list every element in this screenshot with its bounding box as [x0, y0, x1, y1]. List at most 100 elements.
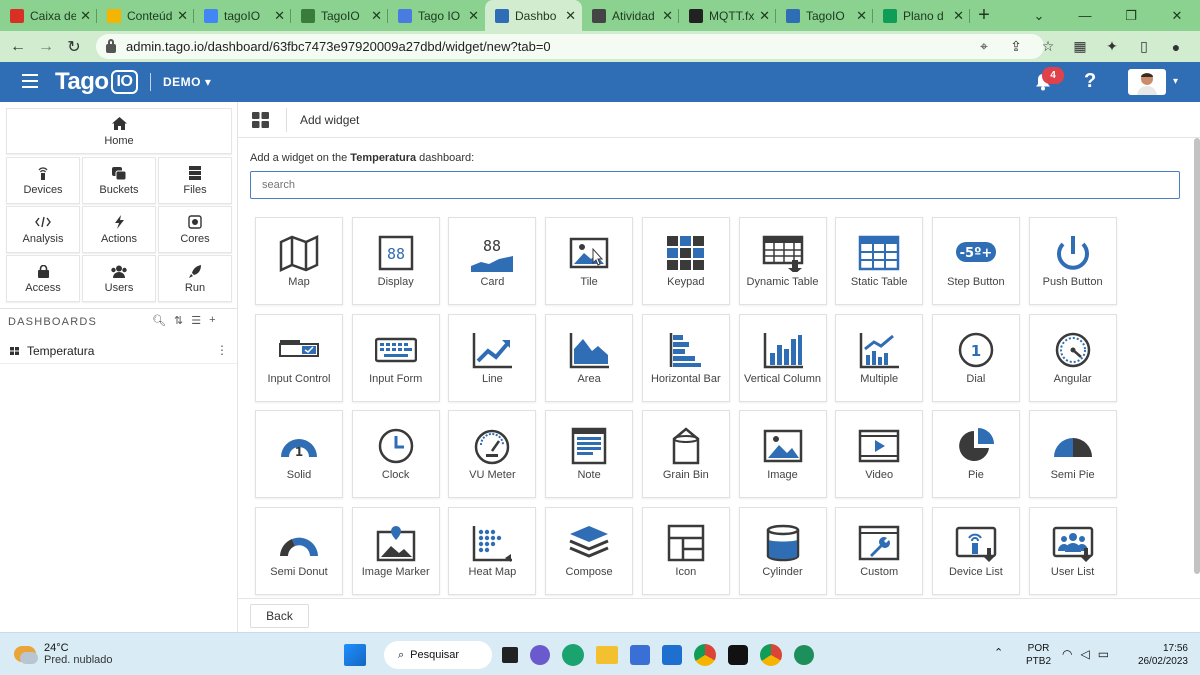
extension-icon[interactable]: ▦	[1064, 38, 1096, 55]
clock[interactable]: 17:56 26/02/2023	[1132, 642, 1188, 668]
sidebar-item-actions[interactable]: Actions	[82, 206, 156, 253]
add-icon[interactable]: +	[209, 314, 215, 327]
chevron-up-icon[interactable]: ⌃	[994, 646, 1003, 659]
back-arrow-icon[interactable]: ←	[4, 38, 32, 56]
tago-logo[interactable]: Tago IO	[55, 68, 139, 96]
tab-close-icon[interactable]: ✕	[856, 8, 867, 24]
browser-menu-icon[interactable]: ⋮	[1192, 38, 1200, 55]
sidebar-item-devices[interactable]: Devices	[6, 157, 80, 204]
windows-start-icon[interactable]	[344, 644, 366, 666]
widget-option-area[interactable]: Area	[545, 313, 634, 402]
chrome-icon[interactable]	[694, 644, 716, 666]
browser-tab[interactable]: TagoIO ✕	[291, 0, 388, 31]
search-icon[interactable]: 🔍︎	[152, 314, 166, 327]
language-indicator[interactable]: POR PTB2	[1026, 642, 1051, 668]
widget-option-input-form[interactable]: Input Form	[351, 313, 440, 402]
tab-close-icon[interactable]: ✕	[371, 8, 382, 24]
widget-option-pie[interactable]: Pie	[931, 410, 1020, 499]
list-icon[interactable]: ☰	[191, 314, 201, 327]
dashboard-item-temperatura[interactable]: Temperatura ⋮	[0, 338, 237, 364]
tab-close-icon[interactable]: ✕	[759, 8, 770, 24]
widget-option-dynamic-table[interactable]: Dynamic Table	[738, 217, 827, 305]
widget-option-keypad[interactable]: Keypad	[641, 217, 730, 305]
excel-icon[interactable]	[794, 645, 814, 665]
restore-icon[interactable]: ❐	[1108, 0, 1154, 31]
tab-close-icon[interactable]: ✕	[565, 8, 576, 24]
tab-close-icon[interactable]: ✕	[177, 8, 188, 24]
sidebar-item-analysis[interactable]: Analysis	[6, 206, 80, 253]
widget-option-input-control[interactable]: Input Control	[255, 313, 343, 402]
taskbar-search[interactable]: ⌕ Pesquisar	[384, 641, 492, 669]
widget-option-display[interactable]: 88 Display	[351, 217, 440, 305]
widget-option-device-list[interactable]: Device List	[931, 507, 1020, 596]
more-options-icon[interactable]: ⋮	[216, 343, 228, 357]
widget-option-multiple[interactable]: Multiple	[835, 313, 924, 402]
tab-close-icon[interactable]: ✕	[468, 8, 479, 24]
sidebar-item-buckets[interactable]: Buckets	[82, 157, 156, 204]
widget-option-horizontal-bar[interactable]: Horizontal Bar	[641, 313, 730, 402]
browser-tab[interactable]: tagoIO ✕	[194, 0, 291, 31]
widget-option-line[interactable]: Line	[448, 313, 537, 402]
store-icon[interactable]	[630, 645, 650, 665]
hamburger-menu-icon[interactable]	[22, 74, 38, 88]
sidebar-item-home[interactable]: Home	[6, 108, 232, 154]
tab-close-icon[interactable]: ✕	[274, 8, 285, 24]
widget-option-tile[interactable]: Tile	[545, 217, 634, 305]
app-icon[interactable]	[728, 645, 748, 665]
sidebar-item-files[interactable]: Files	[158, 157, 232, 204]
browser-tab[interactable]: Atividad ✕	[582, 0, 679, 31]
reload-icon[interactable]: ↻	[60, 37, 88, 57]
widget-option-push-button[interactable]: Push Button	[1028, 217, 1117, 305]
widget-option-map[interactable]: Map	[255, 217, 343, 305]
browser-profile-icon[interactable]: ●	[1160, 39, 1192, 55]
new-tab-icon[interactable]: +	[970, 0, 998, 31]
avatar-caret-icon[interactable]: ▾	[1173, 76, 1178, 87]
explorer-icon[interactable]	[596, 646, 618, 664]
puzzle-icon[interactable]: ✦	[1096, 38, 1128, 55]
battery-icon[interactable]: ▭	[1098, 647, 1109, 661]
widget-option-grain-bin[interactable]: Grain Bin	[641, 410, 730, 499]
browser-tab[interactable]: Plano d ✕	[873, 0, 970, 31]
chat-icon[interactable]	[530, 645, 550, 665]
edge-icon[interactable]	[562, 644, 584, 666]
task-view-icon[interactable]	[502, 647, 518, 663]
wifi-icon[interactable]: ◠	[1062, 647, 1072, 661]
browser-tab[interactable]: Caixa de ✕	[0, 0, 97, 31]
widget-option-semi-donut[interactable]: Semi Donut	[255, 507, 343, 596]
weather-widget[interactable]: 24°C Pred. nublado	[14, 642, 113, 666]
widget-option-vu-meter[interactable]: VU Meter	[448, 410, 537, 499]
widget-option-cylinder[interactable]: Cylinder	[738, 507, 827, 596]
share-icon[interactable]: ⇪	[1000, 38, 1032, 55]
widget-option-custom[interactable]: Custom	[835, 507, 924, 596]
widget-option-compose[interactable]: Compose	[545, 507, 634, 596]
widget-option-heat-map[interactable]: Heat Map	[448, 507, 537, 596]
widget-option-semi-pie[interactable]: Semi Pie	[1028, 410, 1117, 499]
browser-tab[interactable]: Conteúd ✕	[97, 0, 194, 31]
widget-option-user-list[interactable]: User List	[1028, 507, 1117, 596]
widget-option-step-button[interactable]: -5º+ Step Button	[931, 217, 1020, 305]
widget-option-dial[interactable]: 1 Dial	[931, 313, 1020, 402]
sidebar-item-users[interactable]: Users	[82, 255, 156, 302]
sidebar-item-cores[interactable]: Cores	[158, 206, 232, 253]
tab-close-icon[interactable]: ✕	[662, 8, 673, 24]
browser-tab[interactable]: Tago IO ✕	[388, 0, 485, 31]
browser-tab[interactable]: Dashbo ✕	[485, 0, 582, 31]
volume-icon[interactable]: ◁	[1080, 647, 1089, 661]
browser-tab[interactable]: MQTT.fx ✕	[679, 0, 776, 31]
widget-search-input[interactable]	[250, 171, 1180, 199]
forward-arrow-icon[interactable]: →	[32, 38, 60, 56]
tab-close-icon[interactable]: ✕	[953, 8, 964, 24]
widget-option-icon[interactable]: Icon	[641, 507, 730, 596]
widget-option-angular[interactable]: Angular	[1028, 313, 1117, 402]
url-bar[interactable]: admin.tago.io/dashboard/63fbc7473e979200…	[96, 34, 1044, 59]
user-avatar[interactable]	[1128, 69, 1166, 95]
widget-option-solid[interactable]: 1 Solid	[255, 410, 343, 499]
minimize-icon[interactable]: —	[1062, 0, 1108, 31]
scrollbar[interactable]	[1194, 138, 1200, 574]
close-window-icon[interactable]: ✕	[1154, 0, 1200, 31]
browser-tab[interactable]: TagoIO ✕	[776, 0, 873, 31]
widget-option-video[interactable]: Video	[835, 410, 924, 499]
back-button[interactable]: Back	[250, 604, 309, 628]
star-icon[interactable]: ☆	[1032, 38, 1064, 55]
widget-option-card[interactable]: 88 Card	[448, 217, 537, 305]
